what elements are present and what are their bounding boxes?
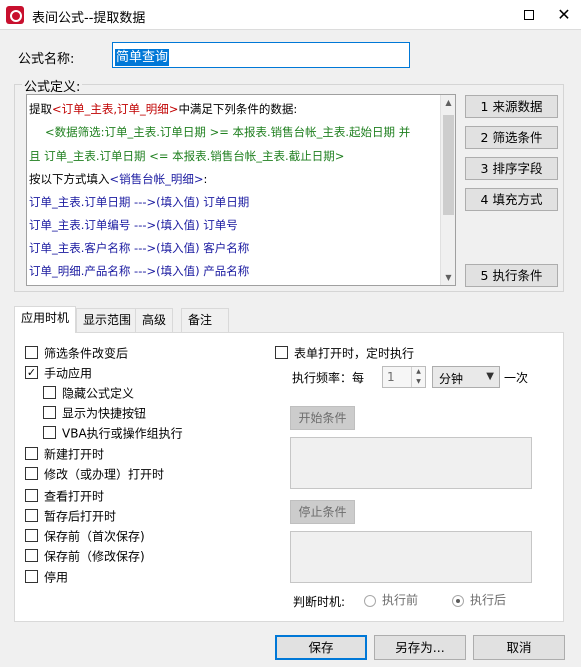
checkbox[interactable] (25, 467, 38, 480)
start-condition-button[interactable]: 开始条件 (290, 406, 355, 430)
def-scrollbar[interactable]: ▲ ▼ (440, 95, 455, 285)
radio-before-execute[interactable]: 执行前 (364, 593, 418, 609)
save-as-button[interactable]: 另存为... (374, 635, 466, 660)
option-label: 查看打开时 (44, 489, 105, 504)
option-manual-apply[interactable]: ✓ 手动应用 (25, 366, 92, 382)
filter-condition-button[interactable]: 2 筛选条件 (465, 126, 558, 149)
option-label: VBA执行或操作组执行 (62, 426, 183, 441)
tab-apply-timing[interactable]: 应用时机 (14, 306, 77, 333)
def-line-filter-2: 且 订单_主表.订单日期 <= 本报表.销售台帐_主表.截止日期> (29, 149, 345, 163)
stepper-arrows-icon[interactable]: ▲ ▼ (411, 367, 425, 387)
option-label: 停用 (44, 570, 69, 585)
checkbox[interactable] (25, 549, 38, 562)
option-new-open[interactable]: 新建打开时 (25, 447, 104, 463)
option-view-open[interactable]: 查看打开时 (25, 489, 104, 505)
window-title: 表间公式--提取数据 (32, 11, 146, 26)
option-after-draft-open[interactable]: 暂存后打开时 (25, 509, 116, 525)
save-button[interactable]: 保存 (275, 635, 367, 660)
def-line-extract: 提取<订单_主表,订单_明细>中满足下列条件的数据: (29, 101, 297, 117)
option-filter-change[interactable]: 筛选条件改变后 (25, 346, 128, 362)
checkbox[interactable] (25, 489, 38, 502)
chevron-down-icon: ▼ (486, 371, 494, 382)
def-table-ref: <订单_主表,订单_明细> (52, 102, 179, 116)
option-label: 修改（或办理）打开时 (44, 467, 165, 482)
def-text: 中满足下列条件的数据: (178, 102, 298, 116)
source-data-button[interactable]: 1 来源数据 (465, 95, 558, 118)
cancel-button[interactable]: 取消 (473, 635, 565, 660)
frequency-suffix: 一次 (504, 371, 529, 385)
radio-icon[interactable] (364, 594, 376, 607)
checkbox[interactable] (43, 406, 56, 419)
app-logo-icon (6, 6, 24, 24)
tab-display-range[interactable]: 显示范围 (76, 308, 139, 332)
stop-condition-button[interactable]: 停止条件 (290, 500, 355, 524)
maximize-icon (524, 10, 534, 20)
scroll-up-icon[interactable]: ▲ (441, 95, 455, 110)
checkbox[interactable] (43, 426, 56, 439)
frequency-unit-select[interactable]: 分钟 ▼ (432, 366, 500, 388)
option-timed-execute[interactable]: 表单打开时，定时执行 (275, 346, 414, 362)
frequency-label: 执行频率：每 (292, 371, 365, 385)
option-disabled[interactable]: 停用 (25, 570, 68, 586)
def-table-ref: <销售台帐_明细> (109, 172, 204, 186)
fill-method-button[interactable]: 4 填充方式 (465, 188, 558, 211)
option-vba-execute[interactable]: VBA执行或操作组执行 (43, 426, 183, 442)
formula-definition-label: 公式定义: (22, 76, 83, 95)
def-line-fill: 按以下方式填入<销售台帐_明细>: (29, 171, 207, 187)
option-before-modify-save[interactable]: 保存前（修改保存) (25, 549, 145, 565)
checkbox[interactable] (25, 346, 38, 359)
checkbox[interactable] (275, 346, 288, 359)
def-line-map-4: 订单_明细.产品名称 --->(填入值) 产品名称 (29, 264, 250, 278)
formula-name-label: 公式名称: (18, 52, 75, 67)
def-line-map-2: 订单_主表.订单编号 --->(填入值) 订单号 (29, 218, 238, 232)
def-line-filter-1: <数据筛选:订单_主表.订单日期 >= 本报表.销售台帐_主表.起始日期 并 (45, 125, 411, 139)
radio-after-execute[interactable]: 执行后 (452, 593, 506, 609)
checkbox-checked-icon[interactable]: ✓ (25, 366, 38, 379)
formula-definition-box[interactable]: 提取<订单_主表,订单_明细>中满足下列条件的数据: <数据筛选:订单_主表.订… (26, 94, 456, 286)
formula-name-input[interactable]: 简单查询 (112, 42, 410, 68)
checkbox[interactable] (43, 386, 56, 399)
stop-condition-area[interactable] (290, 531, 532, 583)
option-shortcut-button[interactable]: 显示为快捷按钮 (43, 406, 146, 422)
scroll-down-icon[interactable]: ▼ (441, 270, 455, 285)
judge-timing-label: 判断时机: (293, 595, 346, 609)
option-label: 新建打开时 (44, 447, 105, 462)
frequency-value: 1 (387, 370, 395, 384)
tab-advanced[interactable]: 高级 (135, 308, 174, 332)
option-label: 保存前（首次保存) (44, 529, 145, 544)
close-button[interactable]: ✕ (552, 4, 576, 26)
option-label: 保存前（修改保存) (44, 549, 145, 564)
radio-label: 执行前 (382, 593, 419, 607)
option-label: 暂存后打开时 (44, 509, 117, 524)
option-before-first-save[interactable]: 保存前（首次保存) (25, 529, 145, 545)
radio-selected-icon[interactable] (452, 594, 464, 607)
formula-name-value: 简单查询 (115, 49, 170, 66)
unit-value: 分钟 (439, 372, 464, 386)
sort-field-button[interactable]: 3 排序字段 (465, 157, 558, 180)
checkbox[interactable] (25, 529, 38, 542)
radio-label: 执行后 (470, 593, 507, 607)
scroll-thumb[interactable] (443, 115, 454, 215)
def-line-map-3: 订单_主表.客户名称 --->(填入值) 客户名称 (29, 241, 250, 255)
def-line-map-1: 订单_主表.订单日期 --->(填入值) 订单日期 (29, 195, 250, 209)
option-modify-open[interactable]: 修改（或办理）打开时 (25, 467, 164, 483)
option-label: 手动应用 (44, 366, 93, 381)
option-label: 筛选条件改变后 (44, 346, 129, 361)
option-label: 隐藏公式定义 (62, 386, 135, 401)
option-label: 显示为快捷按钮 (62, 406, 147, 421)
def-text: : (203, 172, 208, 186)
execute-condition-button[interactable]: 5 执行条件 (465, 264, 558, 287)
option-label: 表单打开时，定时执行 (294, 346, 415, 361)
frequency-stepper[interactable]: 1 ▲ ▼ (382, 366, 426, 388)
title-bar: 表间公式--提取数据 ✕ (0, 0, 581, 30)
tab-notes[interactable]: 备注 (181, 308, 229, 332)
checkbox[interactable] (25, 509, 38, 522)
start-condition-area[interactable] (290, 437, 532, 489)
def-text: 按以下方式填入 (29, 172, 110, 186)
checkbox[interactable] (25, 570, 38, 583)
def-text: 提取 (29, 102, 52, 116)
maximize-button[interactable] (517, 4, 541, 26)
checkbox[interactable] (25, 447, 38, 460)
option-hide-formula[interactable]: 隐藏公式定义 (43, 386, 134, 402)
